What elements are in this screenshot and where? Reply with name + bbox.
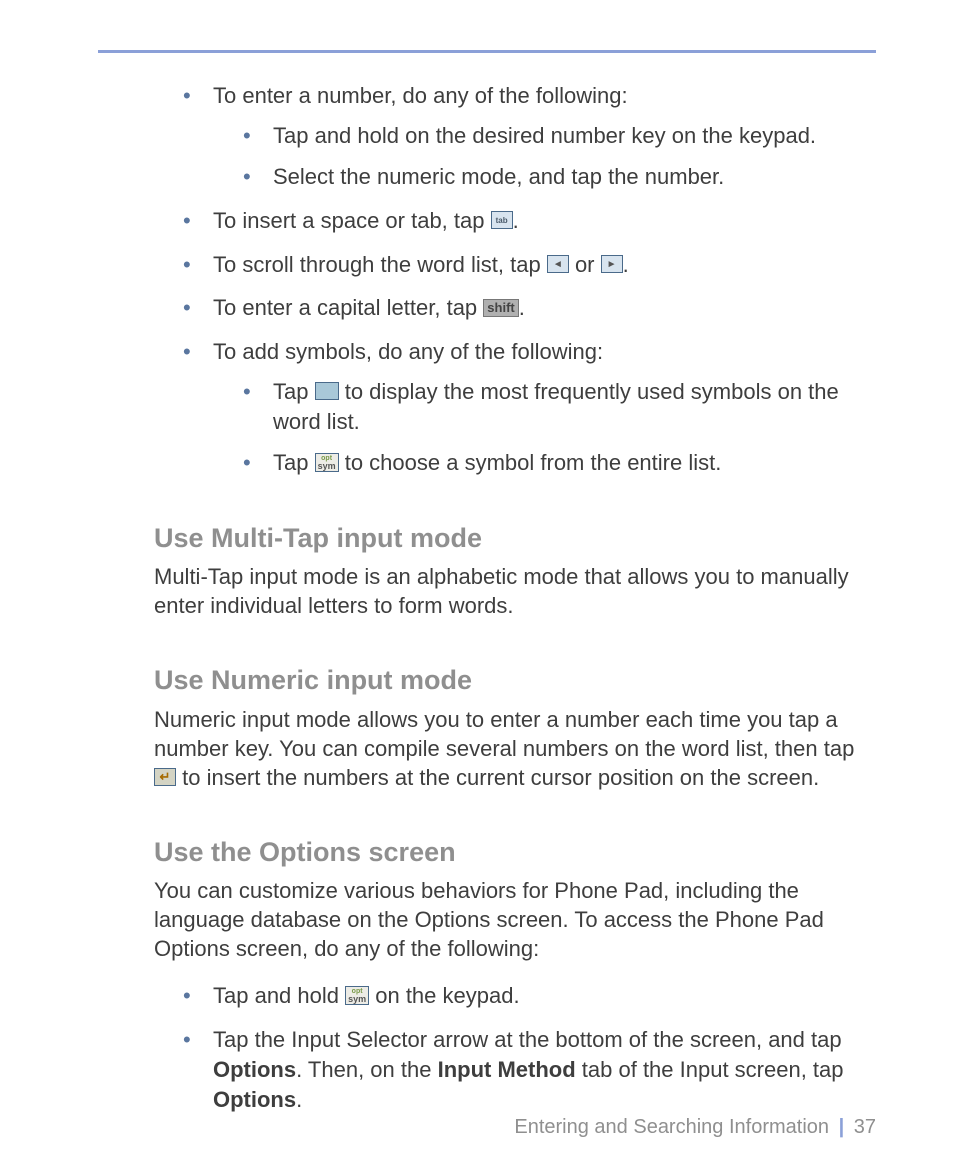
page-footer: Entering and Searching Information | 37 — [514, 1116, 876, 1139]
top-rule-divider — [98, 50, 876, 53]
list-item: Tap and hold on the keypad. — [183, 981, 876, 1011]
list-item: To scroll through the word list, tap or … — [183, 250, 876, 280]
text: to insert the numbers at the current cur… — [176, 765, 819, 790]
chapter-title: Entering and Searching Information — [514, 1116, 829, 1138]
list-item: To insert a space or tab, tap . — [183, 206, 876, 236]
smile-key-icon — [315, 382, 339, 400]
text: on the keypad. — [369, 983, 519, 1008]
sub-list: Tap to display the most frequently used … — [243, 377, 876, 478]
text: Tap and hold — [213, 983, 345, 1008]
text: Select the numeric mode, and tap the num… — [273, 164, 724, 189]
text: Tap and hold on the desired number key o… — [273, 123, 816, 148]
shift-key-icon — [483, 299, 518, 317]
page-number: 37 — [854, 1116, 876, 1138]
text: . Then, on the — [296, 1057, 437, 1082]
list-item: To enter a capital letter, tap . — [183, 293, 876, 323]
bold-text: Options — [213, 1087, 296, 1112]
options-bullet-list: Tap and hold on the keypad. Tap the Inpu… — [183, 981, 876, 1114]
sym-key-icon — [315, 453, 339, 472]
text: . — [513, 208, 519, 233]
arrow-left-icon — [547, 255, 569, 273]
tab-key-icon — [491, 211, 513, 229]
page: To enter a number, do any of the followi… — [0, 0, 954, 1173]
text: Tap — [273, 379, 315, 404]
text: Tap — [273, 450, 315, 475]
text: tab of the Input screen, tap — [576, 1057, 844, 1082]
list-item: To enter a number, do any of the followi… — [183, 81, 876, 192]
text: to choose a symbol from the entire list. — [339, 450, 722, 475]
bullet-list: To enter a number, do any of the followi… — [183, 81, 876, 478]
text: To insert a space or tab, tap — [213, 208, 491, 233]
paragraph: You can customize various behaviors for … — [154, 876, 876, 963]
paragraph: Multi-Tap input mode is an alphabetic mo… — [154, 562, 876, 620]
text: Numeric input mode allows you to enter a… — [154, 707, 854, 761]
list-item: Tap and hold on the desired number key o… — [243, 121, 876, 151]
list-item: Tap the Input Selector arrow at the bott… — [183, 1025, 876, 1114]
sym-key-icon — [345, 986, 369, 1005]
text: To enter a capital letter, tap — [213, 295, 483, 320]
bold-text: Options — [213, 1057, 296, 1082]
arrow-right-icon — [601, 255, 623, 273]
text: To scroll through the word list, tap — [213, 252, 547, 277]
list-item: Tap to display the most frequently used … — [243, 377, 876, 436]
list-item: Select the numeric mode, and tap the num… — [243, 162, 876, 192]
text: . — [623, 252, 629, 277]
heading-options: Use the Options screen — [154, 834, 876, 870]
text: Tap the Input Selector arrow at the bott… — [213, 1027, 842, 1052]
text: or — [569, 252, 601, 277]
text: . — [519, 295, 525, 320]
paragraph: Numeric input mode allows you to enter a… — [154, 705, 876, 792]
heading-numeric: Use Numeric input mode — [154, 662, 876, 698]
list-item: Tap to choose a symbol from the entire l… — [243, 448, 876, 478]
text: To add symbols, do any of the following: — [213, 339, 603, 364]
enter-key-icon — [154, 768, 176, 786]
sub-list: Tap and hold on the desired number key o… — [243, 121, 876, 192]
footer-separator: | — [835, 1116, 849, 1138]
text: . — [296, 1087, 302, 1112]
text: to display the most frequently used symb… — [273, 379, 839, 434]
text: To enter a number, do any of the followi… — [213, 83, 628, 108]
list-item: To add symbols, do any of the following:… — [183, 337, 876, 478]
heading-multitap: Use Multi-Tap input mode — [154, 520, 876, 556]
bold-text: Input Method — [438, 1057, 576, 1082]
content-area: To enter a number, do any of the followi… — [98, 81, 876, 1114]
